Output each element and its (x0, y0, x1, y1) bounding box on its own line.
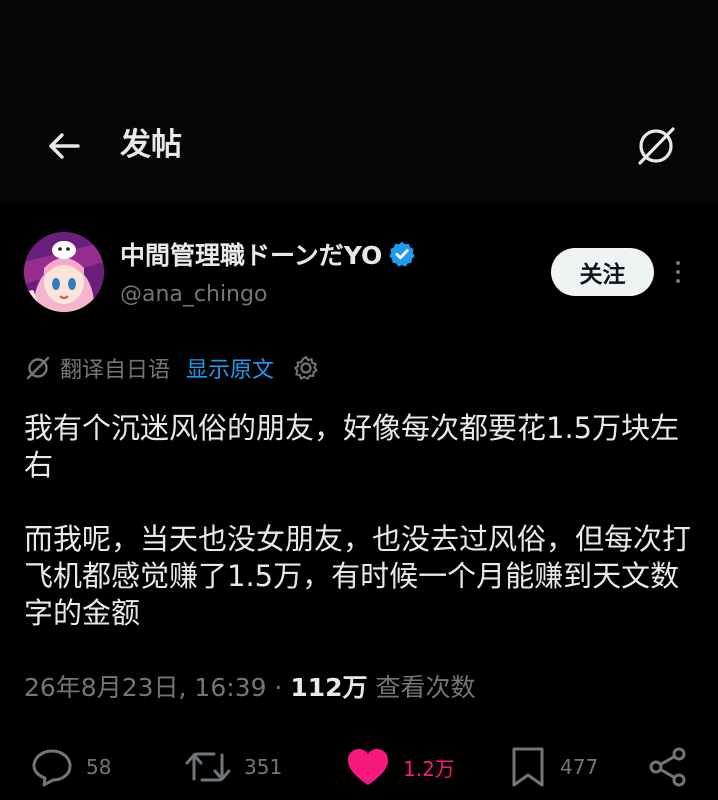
translated-from-label: 翻译自日语 (60, 358, 171, 383)
more-dots-icon (676, 279, 680, 283)
post-page: 发帖 中間管理職ドーンだYO @ana_chingo 关注 翻译自日语 显示原文… (0, 0, 718, 800)
more-dots-icon (676, 270, 680, 274)
repost-button[interactable]: 351 (184, 742, 282, 792)
back-arrow-icon (49, 133, 80, 159)
author-handle[interactable]: @ana_chingo (120, 282, 267, 307)
bookmark-icon (512, 747, 544, 787)
view-count[interactable]: 112万 (290, 673, 367, 702)
verified-badge-icon (389, 241, 415, 267)
reply-button[interactable]: 58 (30, 742, 111, 792)
share-icon (649, 747, 686, 787)
more-dots-icon (676, 261, 680, 265)
bookmark-count: 477 (560, 755, 599, 779)
avatar-image (24, 232, 104, 312)
top-bar: 发帖 (0, 0, 718, 205)
repost-icon (185, 752, 231, 782)
author-name-row[interactable]: 中間管理職ドーンだYO (120, 236, 416, 272)
translate-icon (26, 356, 50, 380)
author-display-name[interactable]: 中間管理職ドーンだYO (120, 236, 382, 272)
action-bar: 58 351 1.2万 477 (0, 742, 718, 792)
gear-icon[interactable] (292, 354, 320, 382)
reply-count: 58 (86, 755, 112, 779)
views-label[interactable]: 查看次数 (375, 673, 475, 702)
like-count: 1.2万 (403, 756, 455, 781)
tweet-paragraph: 而我呢，当天也没女朋友，也没去过风俗，但每次打飞机都感觉赚了1.5万，有时候一个… (24, 522, 692, 630)
tweet-meta: 26年8月23日, 16:39 · 112万 查看次数 (24, 670, 475, 706)
tweet-paragraph: 我有个沉迷风俗的朋友，好像每次都要花1.5万块左右 (24, 411, 680, 482)
translate-icon (638, 127, 675, 165)
back-button[interactable] (40, 122, 88, 170)
more-options-button[interactable] (664, 256, 692, 288)
translate-button[interactable] (630, 120, 682, 172)
tweet-timestamp[interactable]: 26年8月23日, 16:39 (24, 673, 266, 702)
page-title: 发帖 (120, 127, 182, 163)
show-original-link[interactable]: 显示原文 (186, 352, 274, 384)
repost-count: 351 (244, 755, 283, 779)
translation-row: 翻译自日语 显示原文 (24, 352, 320, 384)
tweet-text: 我有个沉迷风俗的朋友，好像每次都要花1.5万块左右 而我呢，当天也没女朋友，也没… (24, 410, 694, 669)
follow-button[interactable]: 关注 (551, 248, 654, 296)
reply-icon (32, 749, 72, 787)
avatar[interactable] (24, 232, 104, 312)
meta-separator: · (266, 673, 291, 702)
like-heart-icon (348, 749, 388, 785)
bookmark-button[interactable]: 477 (508, 742, 598, 792)
share-button[interactable] (646, 742, 690, 792)
like-button[interactable]: 1.2万 (345, 742, 455, 792)
